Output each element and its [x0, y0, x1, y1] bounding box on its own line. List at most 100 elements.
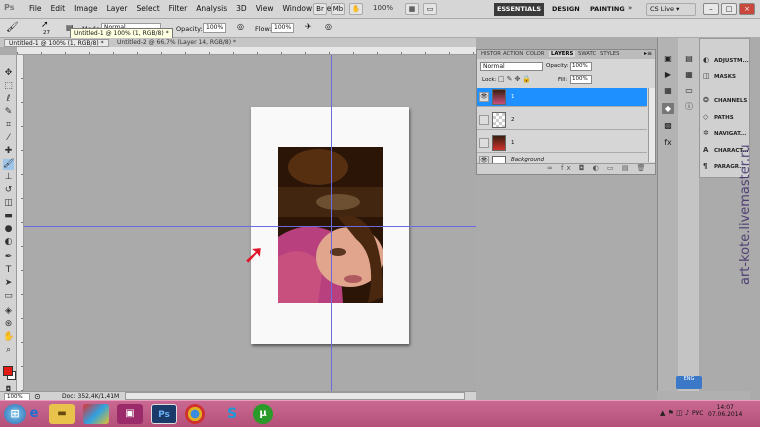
input-language[interactable]: РУС [692, 410, 703, 417]
tab-layers[interactable]: LAYERS [549, 51, 576, 57]
workspace-more[interactable]: » [628, 4, 632, 12]
zoom-tool-icon[interactable]: ⌕ [3, 345, 14, 356]
ruler-horizontal[interactable] [17, 47, 476, 55]
photoshop-icon[interactable]: Ps [151, 404, 177, 424]
dock-item-paths[interactable]: ◇ PATHS [703, 113, 734, 121]
tray-icons[interactable]: ▲ ⚑ ◫ ♪ [660, 409, 689, 417]
dodge-tool-icon[interactable]: ◐ [3, 237, 14, 248]
clone-source-icon[interactable]: ▦ [683, 69, 695, 80]
airbrush-icon[interactable]: ✈ [305, 22, 312, 31]
media-icon[interactable] [83, 404, 109, 424]
explorer-icon[interactable]: ▬ [49, 404, 75, 424]
ruler-vertical[interactable] [17, 55, 24, 391]
language-badge[interactable]: ENG [676, 376, 702, 389]
layers-scrollbar[interactable] [648, 88, 655, 162]
ie-icon[interactable]: e [21, 404, 47, 424]
guide-horizontal[interactable] [24, 226, 476, 227]
pen-tool-icon[interactable]: ✒ [3, 252, 14, 263]
notes-icon[interactable]: ▭ [683, 85, 695, 96]
menu-image[interactable]: Image [74, 4, 98, 13]
maximize-icon[interactable]: □ [721, 3, 737, 15]
tab-swatches[interactable]: SWATC [578, 51, 596, 57]
layer-row[interactable]: 1 [477, 134, 647, 153]
workspace-essentials[interactable]: ESSENTIALS [494, 3, 544, 16]
eye-icon[interactable]: 👁 [479, 92, 489, 102]
guide-vertical[interactable] [331, 55, 332, 391]
menu-view[interactable]: View [256, 4, 274, 13]
actions-icon[interactable]: ▶ [662, 69, 674, 80]
flow-field[interactable]: 100% [271, 23, 294, 33]
menu-layer[interactable]: Layer [107, 4, 128, 13]
dock-item-masks[interactable]: ◫ MASKS [703, 72, 736, 80]
horizontal-scrollbar[interactable] [125, 392, 465, 400]
tab-untitled-1[interactable]: Untitled-1 @ 100% (1, RGB/8) * [4, 39, 109, 47]
tab-actions[interactable]: ACTION [503, 51, 523, 57]
layers-icon[interactable]: ◆ [662, 103, 674, 114]
stamp-tool-icon[interactable]: ⊥ [3, 172, 14, 183]
opacity-field[interactable]: 100% [203, 23, 226, 33]
screen-mode-icon[interactable]: ▭ [423, 3, 437, 15]
eye-icon[interactable] [479, 115, 489, 125]
swatches-icon[interactable]: ▩ [662, 120, 674, 131]
brush-presets-icon[interactable]: ▤ [683, 53, 695, 64]
utorrent-icon[interactable]: µ [253, 404, 273, 424]
menu-select[interactable]: Select [137, 4, 160, 13]
zoom-level[interactable]: 100% [373, 4, 393, 12]
info-icon[interactable]: ⓘ [683, 101, 695, 112]
menu-file[interactable]: File [29, 4, 42, 13]
blur-tool-icon[interactable]: ● [3, 224, 14, 235]
brush-tool-icon[interactable]: 🖌 [6, 22, 19, 33]
gradient-tool-icon[interactable]: ▬ [3, 211, 14, 222]
foreground-color-swatch[interactable] [3, 366, 13, 376]
brush-preset-icon[interactable]: ➚ [41, 20, 49, 30]
tab-history[interactable]: HISTOR [481, 51, 501, 57]
layers-panel-footer[interactable]: ∞ fx ◘ ◐ ▭ ▤ 🗑 [477, 163, 655, 174]
fill-field[interactable]: 100% [570, 75, 592, 84]
menu-analysis[interactable]: Analysis [196, 4, 227, 13]
dock-item-channels[interactable]: ❂ CHANNELS [703, 96, 747, 104]
blend-mode-select[interactable]: Normal [480, 62, 543, 71]
eye-icon[interactable] [479, 138, 489, 148]
menu-3d[interactable]: 3D [236, 4, 247, 13]
system-clock[interactable]: 14:07 07.06.2014 [708, 404, 742, 418]
mini-bridge-icon[interactable]: Mb [331, 3, 345, 15]
bridge-icon[interactable]: Br [313, 3, 327, 15]
tab-color[interactable]: COLOR [526, 51, 544, 57]
eyedropper-tool-icon[interactable]: ⁄ [3, 133, 14, 144]
color-icon[interactable]: ▦ [662, 85, 674, 96]
move-tool-icon[interactable]: ✥ [3, 68, 14, 79]
paint-icon[interactable]: ▣ [117, 404, 143, 424]
tab-untitled-2[interactable]: Untitled-2 @ 66,7% (Layer 14, RGB/8) * [113, 39, 240, 47]
shape-tool-icon[interactable]: ▭ [3, 291, 14, 302]
menu-edit[interactable]: Edit [51, 4, 66, 13]
workspace-design[interactable]: DESIGN [552, 5, 580, 13]
lasso-tool-icon[interactable]: ℓ [3, 94, 14, 105]
eraser-tool-icon[interactable]: ◫ [3, 198, 14, 209]
brush-tool-icon[interactable]: 🖌 [3, 159, 14, 170]
minimize-icon[interactable]: – [703, 3, 719, 15]
menu-filter[interactable]: Filter [169, 4, 188, 13]
dock-item-adjustments[interactable]: ◐ ADJUSTM... [703, 56, 749, 64]
path-select-icon[interactable]: ➤ [3, 278, 14, 289]
type-tool-icon[interactable]: T [3, 265, 14, 276]
layer-row[interactable]: 👁 Background [477, 155, 647, 163]
document-size[interactable]: Doc: 352,4K/1,41M [62, 393, 119, 400]
arrange-icon[interactable]: ▦ [405, 3, 419, 15]
chrome-icon[interactable] [185, 404, 205, 424]
eye-icon[interactable]: 👁 [479, 156, 489, 163]
workspace-painting[interactable]: PAINTING [590, 5, 625, 13]
marquee-tool-icon[interactable]: ⬚ [3, 81, 14, 92]
layer-row[interactable]: 2 [477, 111, 647, 130]
pressure-size-icon[interactable]: ◎ [325, 22, 332, 31]
close-icon[interactable]: × [739, 3, 755, 15]
cs-live-button[interactable]: CS Live ▾ [646, 3, 696, 16]
panel-menu-icon[interactable]: ▸≡ [644, 50, 652, 57]
history-brush-icon[interactable]: ↺ [3, 185, 14, 196]
pressure-opacity-icon[interactable]: ◎ [237, 22, 244, 31]
tab-styles[interactable]: STYLES [600, 51, 620, 57]
dock-item-navigator[interactable]: ✲ NAVIGAT... [703, 129, 746, 137]
hand-tool-icon[interactable]: ✋ [3, 332, 14, 343]
lock-icons[interactable]: □✎✥🔒 [498, 75, 533, 83]
history-icon[interactable]: ▣ [662, 53, 674, 64]
layer-opacity-field[interactable]: 100% [570, 62, 592, 71]
